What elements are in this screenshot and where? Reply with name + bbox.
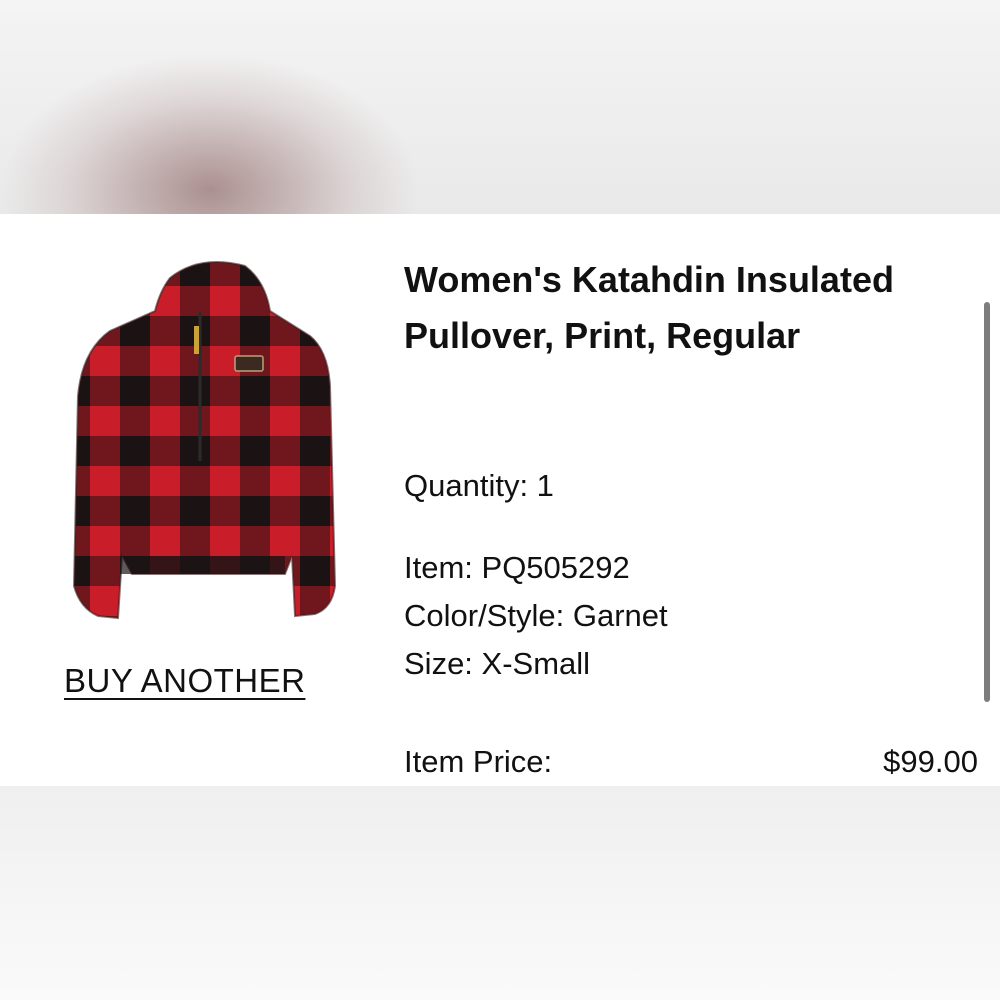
product-title[interactable]: Women's Katahdin Insulated Pullover, Pri…: [404, 252, 974, 364]
color-style-text: Color/Style: Garnet: [404, 598, 668, 633]
product-image[interactable]: [60, 256, 340, 636]
item-price-value: $99.00: [883, 744, 978, 779]
blurred-top-backdrop: [0, 0, 1000, 214]
size-text: Size: X-Small: [404, 646, 591, 681]
quantity-text: Quantity: 1: [404, 468, 554, 503]
buy-another-link[interactable]: BUY ANOTHER: [64, 662, 305, 700]
scrollbar[interactable]: [984, 302, 990, 702]
item-number-text: Item: PQ505292: [404, 550, 630, 585]
blurred-bottom-backdrop: [0, 786, 1000, 1000]
item-price-label: Item Price:: [404, 744, 553, 779]
order-item-card: BUY ANOTHER Women's Katahdin Insulated P…: [0, 214, 1000, 786]
